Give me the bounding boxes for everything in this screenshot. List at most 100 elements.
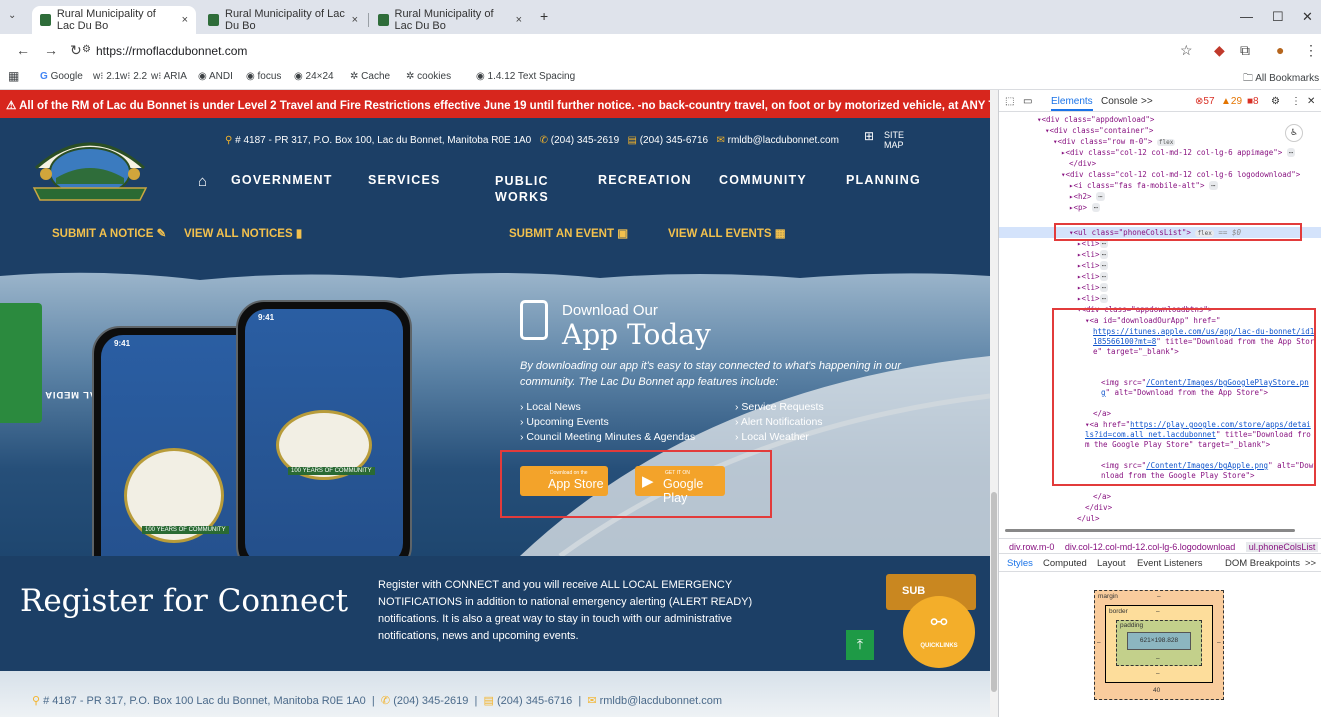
dom-node[interactable]: ▾<div class="container"> [1045, 126, 1153, 136]
window-close-icon[interactable]: ✕ [1302, 9, 1313, 25]
bookmark-star-icon[interactable]: ☆ [1180, 42, 1193, 59]
extensions-puzzle-icon[interactable]: ⧉ [1240, 42, 1250, 59]
tab-event-listeners[interactable]: Event Listeners [1137, 558, 1202, 569]
margin-left-value[interactable]: – [1097, 639, 1101, 646]
bookmark-text-spacing[interactable]: ◉ 1.4.12 Text Spacing [476, 71, 575, 82]
back-icon[interactable]: ← [16, 42, 30, 58]
quicklinks-button[interactable]: ⚯ QUICKLINKS [903, 596, 975, 668]
header-email[interactable]: rmldb@lacdubonnet.com [728, 135, 839, 146]
error-count[interactable]: ⊗57 [1195, 96, 1215, 107]
dom-node[interactable]: ▾<div class="row m-0"> flex [1053, 137, 1176, 148]
scrollbar-thumb[interactable] [991, 492, 997, 692]
extension-icon[interactable]: ◆ [1214, 42, 1225, 59]
dom-node[interactable]: ▸<li> ⋯ [1077, 272, 1109, 282]
ellipsis-badge[interactable]: ⋯ [1099, 272, 1109, 281]
submit-notice-link[interactable]: SUBMIT A NOTICE ✎ [52, 226, 166, 240]
tab-console[interactable]: Console [1101, 96, 1138, 107]
dom-node[interactable]: </a> [1093, 492, 1111, 502]
bookmark-2-1[interactable]: w⁝ 2.1 [93, 71, 120, 82]
alert-banner[interactable]: ⚠ All of the RM of Lac du Bonnet is unde… [0, 90, 990, 118]
dom-node[interactable]: ▸<h2> ⋯ [1069, 192, 1105, 202]
accessibility-icon[interactable]: ♿ [1285, 124, 1303, 142]
tab-layout[interactable]: Layout [1097, 558, 1126, 569]
padding-bottom-value[interactable]: – [1156, 655, 1160, 662]
dom-node[interactable]: </div> [1069, 159, 1096, 169]
dom-node[interactable]: ▸<p> ⋯ [1069, 203, 1101, 213]
dom-node[interactable]: ▸<li> ⋯ [1077, 261, 1109, 271]
site-info-icon[interactable]: ⚙ [82, 44, 91, 55]
profile-avatar-icon[interactable]: ● [1276, 42, 1284, 58]
forward-icon[interactable]: → [44, 42, 58, 58]
view-all-events-link[interactable]: VIEW ALL EVENTS ▦ [668, 226, 786, 240]
bookmark-cookies[interactable]: ✲ cookies [406, 71, 451, 82]
devtools-menu-icon[interactable]: ⋮ [1291, 96, 1301, 107]
margin-bottom-value[interactable]: 40 [1153, 687, 1160, 694]
device-toggle-icon[interactable]: ▭ [1023, 96, 1032, 107]
tab-styles[interactable]: Styles [1007, 558, 1033, 569]
ellipsis-badge[interactable]: ⋯ [1099, 261, 1109, 270]
bookmark-cache[interactable]: ✲ Cache [350, 71, 390, 82]
margin-right-value[interactable]: – [1217, 639, 1221, 646]
ellipsis-badge[interactable]: ⋯ [1286, 148, 1296, 157]
issue-count[interactable]: ■8 [1247, 96, 1259, 107]
dom-node[interactable]: ▸<li> ⋯ [1077, 283, 1109, 293]
ellipsis-badge[interactable]: ⋯ [1096, 192, 1105, 201]
tab-computed[interactable]: Computed [1043, 558, 1087, 569]
dom-node[interactable]: </div> [1085, 503, 1112, 513]
bookmark-andi[interactable]: ◉ ANDI [198, 71, 233, 82]
ellipsis-badge[interactable]: ⋯ [1091, 203, 1101, 212]
breadcrumb-item[interactable]: div.col-12.col-md-12.col-lg-6.logodownlo… [1065, 542, 1235, 552]
tab-dom-breakpoints[interactable]: DOM Breakpoints [1225, 558, 1300, 569]
address-bar[interactable]: https://rmoflacdubonnet.com [96, 44, 247, 58]
tab-search-icon[interactable]: ⌄ [8, 10, 16, 21]
page-scrollbar[interactable] [990, 90, 998, 717]
apps-grid-icon[interactable]: ▦ [8, 69, 19, 83]
browser-tab-2[interactable]: Rural Municipality of Lac Du Bo × [200, 6, 366, 34]
reload-icon[interactable]: ↻ [70, 42, 82, 59]
dom-node[interactable]: ▸<li> ⋯ [1077, 294, 1109, 304]
nav-recreation[interactable]: RECREATION [598, 173, 692, 187]
nav-government[interactable]: GOVERNMENT [231, 173, 333, 187]
header-phone[interactable]: (204) 345-2619 [551, 135, 619, 146]
bookmark-24x24[interactable]: ◉ 24×24 [294, 71, 334, 82]
close-tab-icon[interactable]: × [182, 14, 188, 26]
scrollbar-thumb[interactable] [1005, 529, 1295, 532]
ellipsis-badge[interactable]: ⋯ [1208, 181, 1218, 190]
bookmark-aria[interactable]: w⁝ ARIA [151, 71, 187, 82]
bookmark-focus[interactable]: ◉ focus [246, 71, 281, 82]
nav-public-works[interactable]: PUBLIC WORKS [495, 173, 549, 205]
bookmark-google[interactable]: G Google [40, 71, 83, 82]
maximize-icon[interactable]: ☐ [1272, 9, 1284, 25]
browser-tab-1[interactable]: Rural Municipality of Lac Du Bo × [32, 6, 196, 34]
browser-tab-3[interactable]: Rural Municipality of Lac Du Bo × [370, 6, 530, 34]
warning-count[interactable]: ▲29 [1221, 96, 1242, 107]
close-tab-icon[interactable]: × [352, 14, 358, 26]
minimize-icon[interactable]: — [1240, 9, 1253, 24]
dom-horizontal-scrollbar[interactable] [999, 528, 1321, 533]
close-tab-icon[interactable]: × [516, 14, 522, 26]
bookmark-2-2[interactable]: w⁝ 2.2 [120, 71, 147, 82]
nav-planning[interactable]: PLANNING [846, 173, 921, 187]
dom-node[interactable]: ▾<div class="appdownload"> [1037, 115, 1154, 125]
dom-node[interactable]: ▸<i class="fas fa-mobile-alt"> ⋯ [1069, 181, 1218, 191]
new-tab-button[interactable]: + [540, 8, 548, 24]
flex-badge[interactable]: flex [1156, 139, 1176, 146]
margin-top-value[interactable]: – [1157, 593, 1161, 600]
border-top-value[interactable]: – [1156, 608, 1160, 615]
menu-kebab-icon[interactable]: ⋮ [1304, 42, 1318, 59]
nav-services[interactable]: SERVICES [368, 173, 441, 187]
box-content-size[interactable]: 621×198.828 [1127, 632, 1191, 650]
dom-node[interactable]: ▸<div class="col-12 col-md-12 col-lg-6 a… [1061, 148, 1296, 158]
view-all-notices-link[interactable]: VIEW ALL NOTICES ▮ [184, 226, 302, 240]
dom-node[interactable]: </ul> [1077, 514, 1100, 524]
dom-tree[interactable]: ♿ ▾<div class="appdownload"> ▾<div class… [999, 112, 1321, 530]
dom-node[interactable]: ▸<li> ⋯ [1077, 250, 1109, 260]
footer-phone[interactable]: (204) 345-2619 [393, 695, 468, 707]
ellipsis-badge[interactable]: ⋯ [1099, 283, 1109, 292]
scroll-to-top-button[interactable]: ⤒ [846, 630, 874, 660]
breadcrumb-item[interactable]: div.row.m-0 [1009, 542, 1054, 552]
inspect-icon[interactable]: ⬚ [1005, 96, 1014, 107]
border-bottom-value[interactable]: – [1156, 670, 1160, 677]
footer-email[interactable]: rmldb@lacdubonnet.com [600, 695, 722, 707]
submit-event-link[interactable]: SUBMIT AN EVENT ▣ [509, 226, 628, 240]
